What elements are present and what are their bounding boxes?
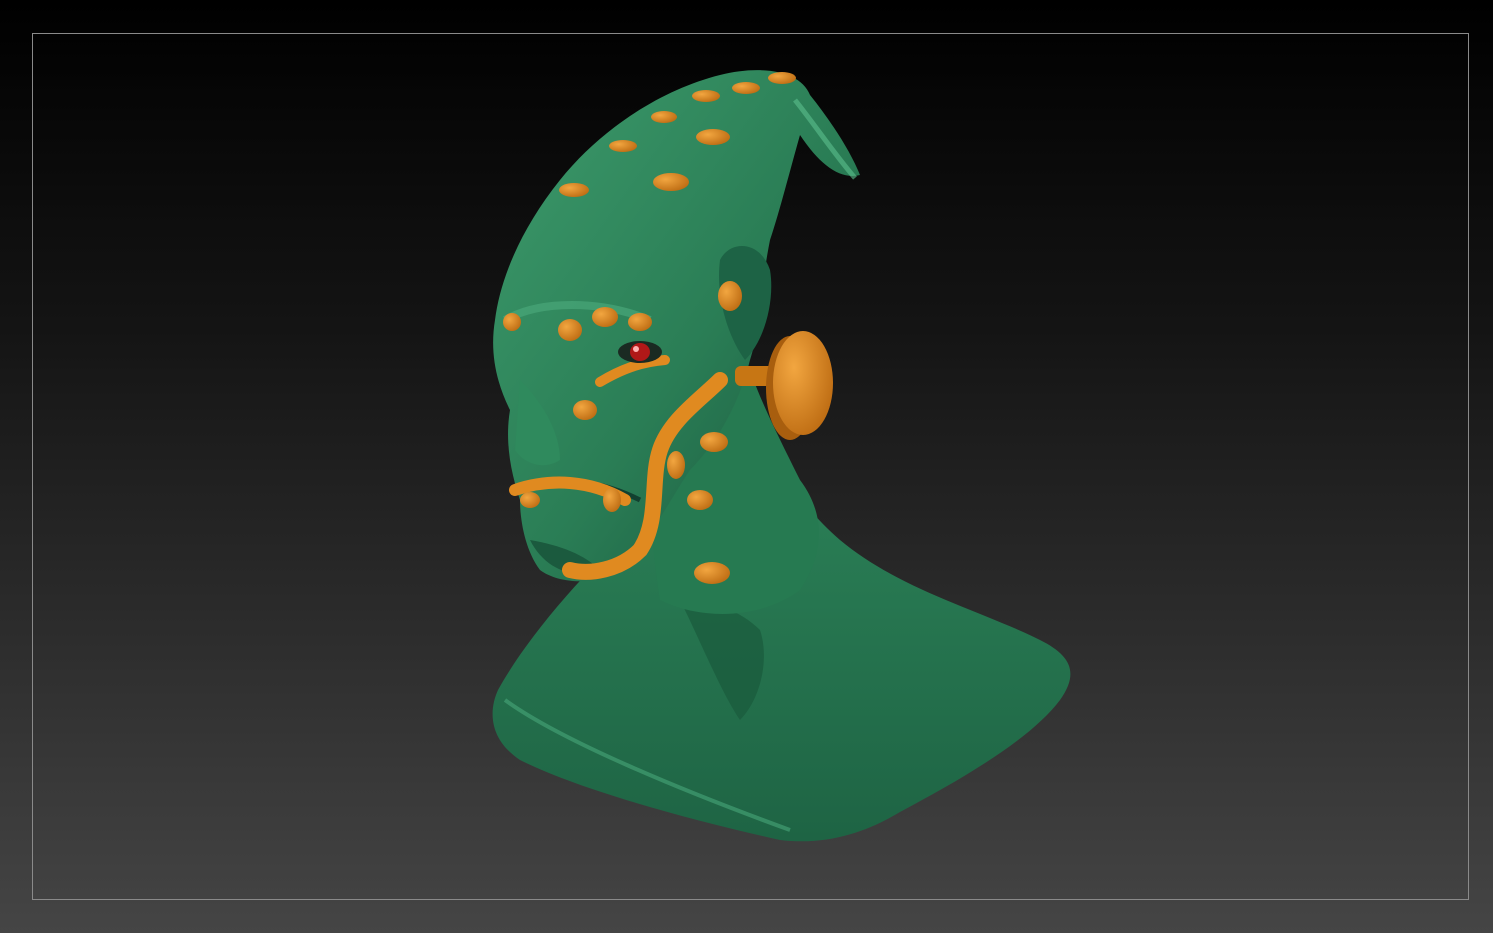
alien-bust-sculpt-icon — [492, 70, 1071, 842]
eye — [618, 341, 662, 363]
render-viewport[interactable] — [0, 0, 1493, 933]
